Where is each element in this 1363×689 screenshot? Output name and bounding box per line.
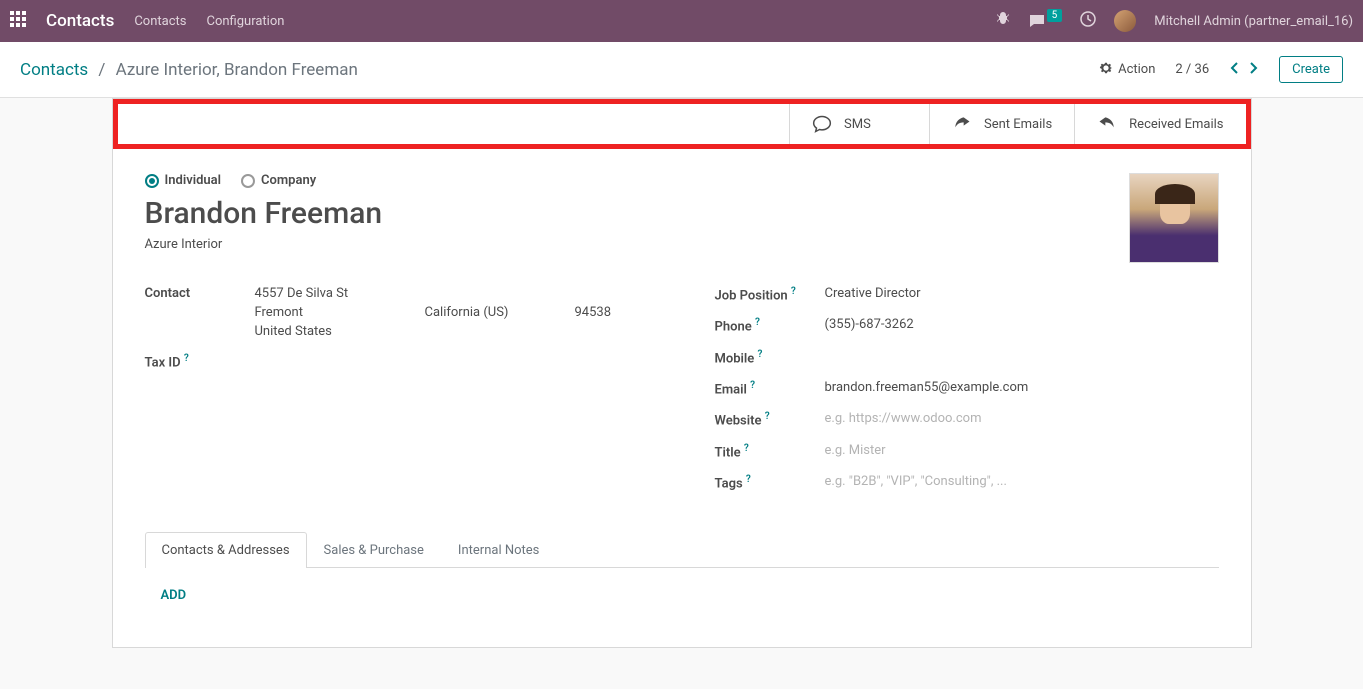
email-field[interactable]: brandon.freeman55@example.com [825,376,1219,395]
breadcrumb: Contacts / Azure Interior, Brandon Freem… [20,60,358,80]
pager[interactable]: 2 / 36 [1175,62,1209,77]
label-title: Title ? [715,439,825,460]
message-badge: 5 [1047,9,1063,22]
phone-field[interactable]: (355)-687-3262 [825,313,1219,332]
breadcrumb-root[interactable]: Contacts [20,60,88,80]
help-icon[interactable]: ? [758,349,763,360]
radio-company[interactable]: Company [241,173,316,188]
nav-contacts[interactable]: Contacts [134,14,186,29]
radio-checked-icon [145,174,159,188]
add-button[interactable]: ADD [161,588,187,603]
received-emails-button[interactable]: Received Emails [1074,104,1245,144]
tab-contacts-addresses[interactable]: Contacts & Addresses [145,532,307,568]
website-field[interactable]: e.g. https://www.odoo.com [825,407,1219,426]
contact-name[interactable]: Brandon Freeman [145,196,383,231]
pager-prev-icon[interactable] [1229,62,1241,78]
form-sheet: SMS Sent Emails Received Emails Individu… [112,98,1252,648]
reply-icon [1097,114,1117,134]
pager-next-icon[interactable] [1247,62,1259,78]
share-icon [952,114,972,134]
create-button[interactable]: Create [1279,56,1343,83]
tax-id-field[interactable] [255,349,655,353]
breadcrumb-current: Azure Interior, Brandon Freeman [116,60,358,80]
job-position-field[interactable]: Creative Director [825,282,1219,301]
help-icon[interactable]: ? [184,353,189,364]
tab-sales-purchase[interactable]: Sales & Purchase [307,532,441,568]
user-avatar[interactable] [1114,10,1136,32]
help-icon[interactable]: ? [755,317,760,328]
address-block[interactable]: 4557 De Silva St Fremont California (US)… [255,282,655,339]
contact-avatar[interactable] [1129,173,1219,263]
chat-icon [812,114,832,134]
mobile-field[interactable] [825,345,1219,349]
gear-icon [1099,61,1113,79]
messages-icon[interactable]: 5 [1029,13,1063,29]
stat-button-row: SMS Sent Emails Received Emails [113,99,1251,149]
sms-button[interactable]: SMS [789,104,929,144]
header-bar: Contacts / Azure Interior, Brandon Freem… [0,42,1363,98]
help-icon[interactable]: ? [791,286,796,297]
apps-icon[interactable] [10,11,26,31]
label-mobile: Mobile ? [715,345,825,366]
help-icon[interactable]: ? [744,443,749,454]
radio-unchecked-icon [241,174,255,188]
radio-individual[interactable]: Individual [145,173,222,188]
topbar: Contacts Contacts Configuration 5 Mitche… [0,0,1363,42]
app-brand[interactable]: Contacts [46,11,114,31]
action-button[interactable]: Action [1099,61,1155,79]
company-name[interactable]: Azure Interior [145,237,383,252]
nav-configuration[interactable]: Configuration [206,14,284,29]
username[interactable]: Mitchell Admin (partner_email_16) [1154,14,1353,29]
help-icon[interactable]: ? [746,474,751,485]
label-contact: Contact [145,282,255,301]
clock-icon[interactable] [1080,11,1096,31]
label-email: Email ? [715,376,825,397]
tab-internal-notes[interactable]: Internal Notes [441,532,556,568]
label-job-position: Job Position ? [715,282,825,303]
title-field[interactable]: e.g. Mister [825,439,1219,458]
help-icon[interactable]: ? [750,380,755,391]
label-phone: Phone ? [715,313,825,334]
label-tax-id: Tax ID ? [145,349,255,370]
sent-emails-button[interactable]: Sent Emails [929,104,1074,144]
tags-field[interactable]: e.g. "B2B", "VIP", "Consulting", ... [825,470,1219,489]
label-tags: Tags ? [715,470,825,491]
label-website: Website ? [715,407,825,428]
bug-icon[interactable] [995,11,1011,31]
tabs: Contacts & Addresses Sales & Purchase In… [145,531,1219,568]
help-icon[interactable]: ? [765,411,770,422]
